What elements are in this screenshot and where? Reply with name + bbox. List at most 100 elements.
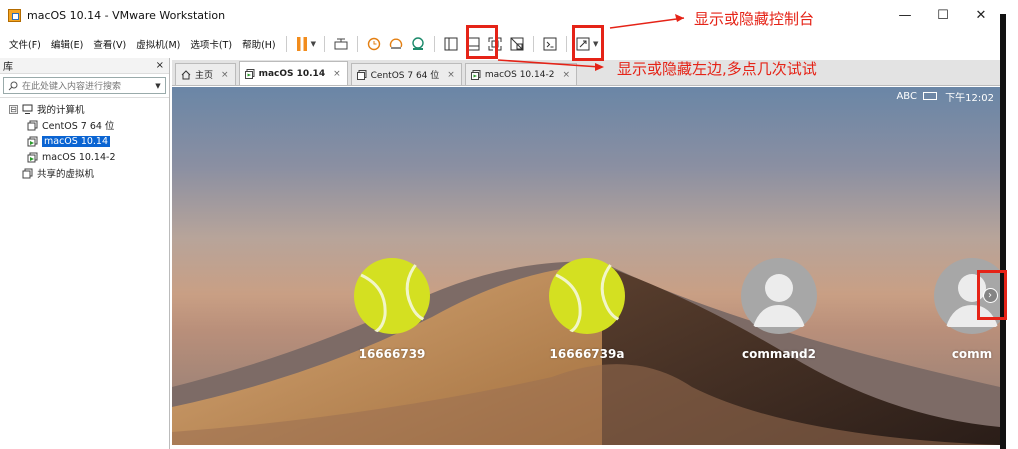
window-edge-shadow xyxy=(1000,14,1006,449)
menu-view[interactable]: 查看(V) xyxy=(88,37,131,51)
tree-label: macOS 10.14-2 xyxy=(42,151,116,163)
vm-off-icon xyxy=(27,120,38,130)
computer-icon xyxy=(22,104,33,114)
vm-display[interactable]: ABC 下午12:02 16666739 16666739a command2 … xyxy=(172,87,1000,445)
toolbar-separator xyxy=(434,35,436,52)
user-name: 16666739a xyxy=(549,347,625,361)
annotation-sidebar: 显示或隐藏左边,多点几次试试 xyxy=(617,60,817,78)
pause-icon xyxy=(296,36,307,51)
sidebar-layout-icon xyxy=(444,37,458,50)
tab-label: CentOS 7 64 位 xyxy=(370,71,440,81)
input-source-indicator[interactable]: ABC xyxy=(896,91,938,102)
vm-running-icon xyxy=(27,152,38,162)
user-name: 16666739 xyxy=(358,347,426,361)
tab-macos-10-14[interactable]: macOS 10.14 × xyxy=(238,61,348,85)
user-account-3[interactable]: command2 xyxy=(719,257,839,361)
vmware-logo-icon xyxy=(8,9,21,22)
library-title: 库 xyxy=(3,62,13,73)
clock: 下午12:02 xyxy=(945,93,994,104)
highlight-console-toggle xyxy=(572,25,604,61)
keyboard-icon xyxy=(334,38,348,49)
chevron-down-icon[interactable]: ▼ xyxy=(311,40,316,48)
vm-running-icon xyxy=(470,69,481,80)
highlight-next-arrow xyxy=(977,270,1007,320)
snapshot-icon xyxy=(367,37,381,50)
maximize-button[interactable]: ☐ xyxy=(924,0,962,31)
macos-status-bar: ABC 下午12:02 xyxy=(896,89,994,104)
tab-macos-10-14-2[interactable]: macOS 10.14-2 × xyxy=(464,63,577,85)
user-name: comm xyxy=(951,347,993,361)
snapshot-button[interactable] xyxy=(366,34,382,54)
tree-item-macos-10-14-2[interactable]: macOS 10.14-2 xyxy=(0,149,169,165)
search-icon xyxy=(8,81,18,90)
vm-running-icon xyxy=(244,68,255,79)
highlight-library-toggle xyxy=(466,25,498,59)
tennis-ball-avatar xyxy=(549,258,625,335)
revert-snapshot-icon xyxy=(389,38,403,49)
pause-button[interactable]: ▼ xyxy=(295,34,316,54)
tab-close-button[interactable]: × xyxy=(221,70,229,80)
input-source-label: ABC xyxy=(896,91,917,102)
close-button[interactable]: ✕ xyxy=(962,0,1000,31)
default-user-avatar xyxy=(741,258,817,334)
tree-label: 共享的虚拟机 xyxy=(37,169,95,180)
vm-tree: ⊟ 我的计算机 CentOS 7 64 位 macOS 10.14 macOS … xyxy=(0,97,169,181)
tree-shared-vms[interactable]: 共享的虚拟机 xyxy=(0,165,169,181)
tab-close-button[interactable]: × xyxy=(333,69,341,79)
minimize-button[interactable]: — xyxy=(886,0,924,31)
unity-icon xyxy=(510,37,524,50)
revert-snapshot-button[interactable] xyxy=(388,34,404,54)
user-name: command2 xyxy=(742,347,816,361)
window-title: macOS 10.14 - VMware Workstation xyxy=(27,9,226,22)
window-controls: — ☐ ✕ xyxy=(886,0,1000,31)
console-icon xyxy=(543,37,557,50)
menu-tabs[interactable]: 选项卡(T) xyxy=(185,37,237,51)
menu-file[interactable]: 文件(F) xyxy=(0,37,46,51)
snapshot-manager-icon xyxy=(412,36,424,50)
tree-item-centos[interactable]: CentOS 7 64 位 xyxy=(0,117,169,133)
home-icon xyxy=(181,69,191,79)
tree-label: CentOS 7 64 位 xyxy=(42,121,115,132)
toolbar-separator xyxy=(324,35,326,52)
tree-label: macOS 10.14 xyxy=(42,135,111,147)
tab-label: macOS 10.14 xyxy=(258,68,326,79)
chevron-down-icon[interactable]: ▼ xyxy=(151,82,165,90)
vm-running-icon xyxy=(27,136,38,146)
toolbar-separator xyxy=(566,35,568,52)
annotation-console: 显示或隐藏控制台 xyxy=(694,10,815,28)
send-keys-button[interactable] xyxy=(333,34,349,54)
tab-label: macOS 10.14-2 xyxy=(484,69,555,80)
menu-edit[interactable]: 编辑(E) xyxy=(46,37,88,51)
tab-bar: 主页 × macOS 10.14 × CentOS 7 64 位 × macOS… xyxy=(172,60,1000,86)
tree-label: 我的计算机 xyxy=(37,105,85,116)
library-close-button[interactable]: × xyxy=(156,60,164,71)
collapse-icon[interactable]: ⊟ xyxy=(9,104,18,114)
menu-toolbar: 文件(F) 编辑(E) 查看(V) 虚拟机(M) 选项卡(T) 帮助(H) ▼ xyxy=(0,31,1000,56)
toolbar-separator xyxy=(357,35,359,52)
tree-item-macos-10-14[interactable]: macOS 10.14 xyxy=(0,133,169,149)
library-search-input[interactable]: 在此处键入内容进行搜索 ▼ xyxy=(3,77,166,94)
search-placeholder: 在此处键入内容进行搜索 xyxy=(22,82,122,92)
user-account-1[interactable]: 16666739 xyxy=(332,257,452,361)
toggle-console-button[interactable] xyxy=(542,34,558,54)
title-bar: macOS 10.14 - VMware Workstation — ☐ ✕ xyxy=(0,0,1000,31)
tab-close-button[interactable]: × xyxy=(562,70,570,80)
snapshot-manager-button[interactable] xyxy=(410,34,426,54)
tab-label: 主页 xyxy=(195,71,214,81)
toolbar-separator xyxy=(533,35,535,52)
library-header: 库 × xyxy=(0,58,169,74)
tab-home[interactable]: 主页 × xyxy=(175,63,236,85)
tennis-ball-avatar xyxy=(354,258,430,335)
menu-vm[interactable]: 虚拟机(M) xyxy=(131,37,185,51)
tab-close-button[interactable]: × xyxy=(447,70,455,80)
shared-vm-icon xyxy=(22,168,33,178)
library-panel: 库 × 在此处键入内容进行搜索 ▼ ⊟ 我的计算机 CentOS 7 64 位 … xyxy=(0,58,170,449)
toggle-library-button[interactable] xyxy=(443,34,459,54)
tree-root-my-computer[interactable]: ⊟ 我的计算机 xyxy=(0,101,169,117)
tab-centos[interactable]: CentOS 7 64 位 × xyxy=(350,63,462,85)
menu-help[interactable]: 帮助(H) xyxy=(237,37,281,51)
user-account-2[interactable]: 16666739a xyxy=(527,257,647,361)
vm-off-icon xyxy=(356,69,367,80)
unity-button[interactable] xyxy=(509,34,525,54)
vmware-window: macOS 10.14 - VMware Workstation — ☐ ✕ 文… xyxy=(0,0,1018,449)
